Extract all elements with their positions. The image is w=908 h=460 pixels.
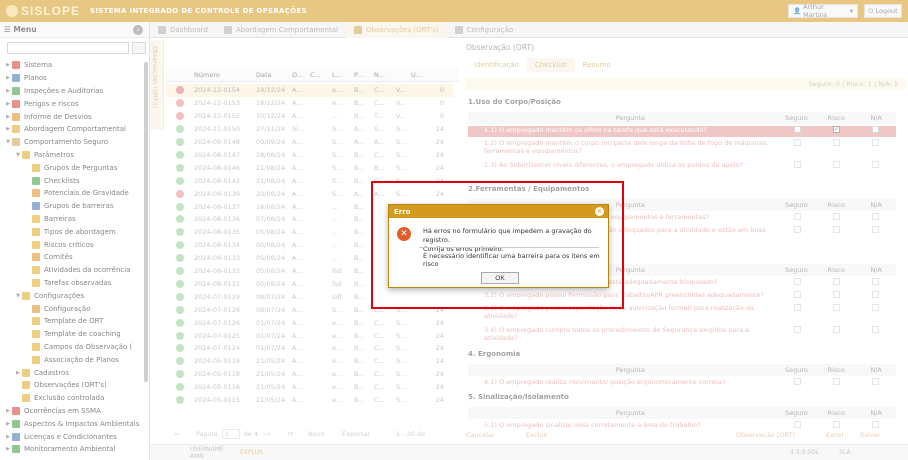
dialog-header: Erro ✕ [389, 205, 608, 218]
dialog-detail: É necessário identificar uma barreira pa… [423, 252, 600, 268]
ok-button[interactable]: OK [481, 272, 519, 284]
error-icon: ✕ [397, 227, 411, 241]
dialog-divider [419, 247, 599, 248]
dialog-message: Há erros no formulário que impedem a gra… [423, 227, 592, 253]
error-dialog: Erro ✕ ✕ Há erros no formulário que imped… [388, 204, 609, 288]
close-icon[interactable]: ✕ [595, 207, 604, 216]
